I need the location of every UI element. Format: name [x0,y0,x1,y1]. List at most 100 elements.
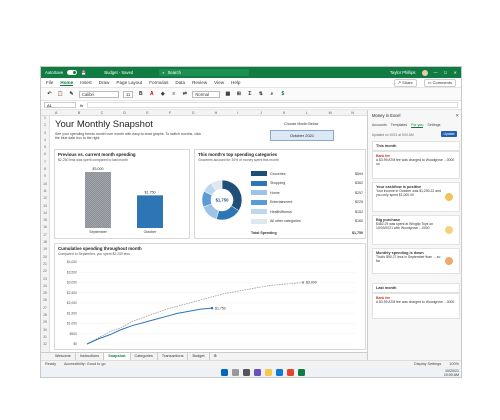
row-header[interactable]: 12 [41,196,49,203]
menu-file[interactable]: File [46,80,53,85]
row-header[interactable]: 7 [41,160,49,167]
row-header[interactable]: 3 [41,131,49,138]
menu-home[interactable]: Home [60,80,74,86]
row-header[interactable]: 14 [41,211,49,218]
minimize-icon[interactable]: — [434,70,438,75]
insert-icon[interactable]: ⊞ [235,91,242,98]
maximize-icon[interactable]: ☐ [444,70,448,75]
menu-help[interactable]: Help [231,80,240,85]
text-color-icon[interactable]: A [148,91,155,98]
save-icon[interactable]: 💾 [81,70,86,76]
column-header[interactable]: D [123,111,126,115]
tab-instructions[interactable]: Instructions [76,353,105,360]
zoom-level[interactable]: 100% [449,362,459,366]
menu-review[interactable]: Review [192,80,207,85]
menu-data[interactable]: Data [175,80,185,85]
start-icon[interactable] [221,369,228,376]
edge-icon[interactable] [276,369,283,376]
row-header[interactable]: 20 [41,255,49,262]
row-header[interactable]: 11 [41,189,49,196]
pane-tab-templates[interactable]: Templates [391,123,407,128]
row-header[interactable]: 31 [41,335,49,342]
card-bank-fee[interactable]: Bank fee A $3.99 ATM fee was charged to … [372,151,460,179]
update-button[interactable]: Update [441,131,457,137]
column-header[interactable]: J [260,111,262,115]
row-header[interactable]: 5 [41,145,49,152]
column-header[interactable]: N [351,111,354,115]
row-header[interactable]: 10 [41,182,49,189]
card-bank-fee-last[interactable]: Bank fee A $3.99 ATM fee was charged to … [372,293,460,319]
row-header[interactable]: 21 [41,262,49,269]
comments-button[interactable]: ▭ Comments [423,78,456,87]
menu-formulas[interactable]: Formulas [149,80,168,85]
row-header[interactable]: 13 [41,204,49,211]
row-header[interactable]: 22 [41,269,49,276]
row-header[interactable]: 25 [41,291,49,298]
column-header[interactable]: E [146,111,148,115]
name-box[interactable]: A1 [44,102,76,108]
search-box[interactable]: ⌕ Search [159,69,250,76]
column-header[interactable]: H [215,111,218,115]
fill-color-icon[interactable]: ◈ [159,91,166,98]
column-header[interactable]: K [283,111,285,115]
spreadsheet-grid[interactable]: Your Monthly Snapshot See your spending … [50,116,367,352]
close-pane-icon[interactable]: ✕ [455,113,459,119]
undo-icon[interactable]: ↶ [46,91,53,98]
column-header[interactable]: I [237,111,238,115]
row-header[interactable]: 6 [41,152,49,159]
table-icon[interactable]: ▦ [224,91,231,98]
align-icon[interactable]: ≡ [170,91,177,98]
column-header[interactable]: B [78,111,80,115]
share-button[interactable]: ↗ Share [393,78,417,87]
bold-icon[interactable]: B [137,91,144,98]
row-header[interactable]: 1 [41,116,49,123]
row-header[interactable]: 18 [41,240,49,247]
row-header[interactable]: 30 [41,328,49,335]
column-header[interactable]: L [306,111,308,115]
formula-input[interactable] [87,102,458,108]
file-explorer-icon[interactable] [265,369,272,376]
menu-page-layout[interactable]: Page Layout [116,80,142,85]
row-header[interactable]: 32 [41,342,49,349]
row-header[interactable]: 29 [41,320,49,327]
row-header[interactable]: 23 [41,277,49,284]
tab-categories[interactable]: Categories [131,353,158,360]
task-view-icon[interactable] [243,369,250,376]
row-header[interactable]: 24 [41,284,49,291]
widgets-icon[interactable] [254,369,261,376]
card-big-purchase[interactable]: Big purchase $482.29 was spent at Wingti… [372,215,460,245]
excel-taskbar-icon[interactable] [298,369,305,376]
row-header[interactable]: 27 [41,306,49,313]
font-name-select[interactable]: Calibri [79,90,119,98]
menu-insert[interactable]: Insert [80,80,92,85]
money-icon[interactable]: $ [279,91,286,98]
avatar[interactable] [421,69,428,76]
add-sheet-icon[interactable]: ⊕ [210,353,221,360]
font-size-select[interactable]: 11 [123,90,134,98]
row-header[interactable]: 9 [41,174,49,181]
pane-tab-settings[interactable]: Settings [427,123,440,128]
store-icon[interactable] [287,369,294,376]
clipboard-icon[interactable]: 📋 [57,91,64,98]
row-header[interactable]: 2 [41,123,49,130]
column-header[interactable]: F [169,111,171,115]
display-settings[interactable]: Display Settings [414,362,441,366]
row-header[interactable]: 8 [41,167,49,174]
month-selector[interactable]: October 2021 [270,130,334,141]
pane-tab-accounts[interactable]: Accounts [372,123,387,128]
row-header[interactable]: 4 [41,138,49,145]
column-header[interactable]: A [55,111,57,115]
search-taskbar-icon[interactable] [232,369,239,376]
row-header[interactable]: 16 [41,225,49,232]
tab-budget[interactable]: Budget [188,353,210,360]
card-spending-down[interactable]: Monthly spending is down That's $90.27 l… [372,248,460,274]
column-header[interactable]: C [101,111,104,115]
find-icon[interactable]: ⌕ [268,91,275,98]
row-header[interactable]: 26 [41,298,49,305]
menu-view[interactable]: View [214,80,224,85]
clock[interactable]: 10/20/21 10:00 AM [444,369,459,377]
menu-draw[interactable]: Draw [99,80,110,85]
column-header[interactable]: G [192,111,195,115]
user-name[interactable]: Taylor Phillips [390,70,416,75]
pane-tab-for-you[interactable]: For you [411,123,424,128]
